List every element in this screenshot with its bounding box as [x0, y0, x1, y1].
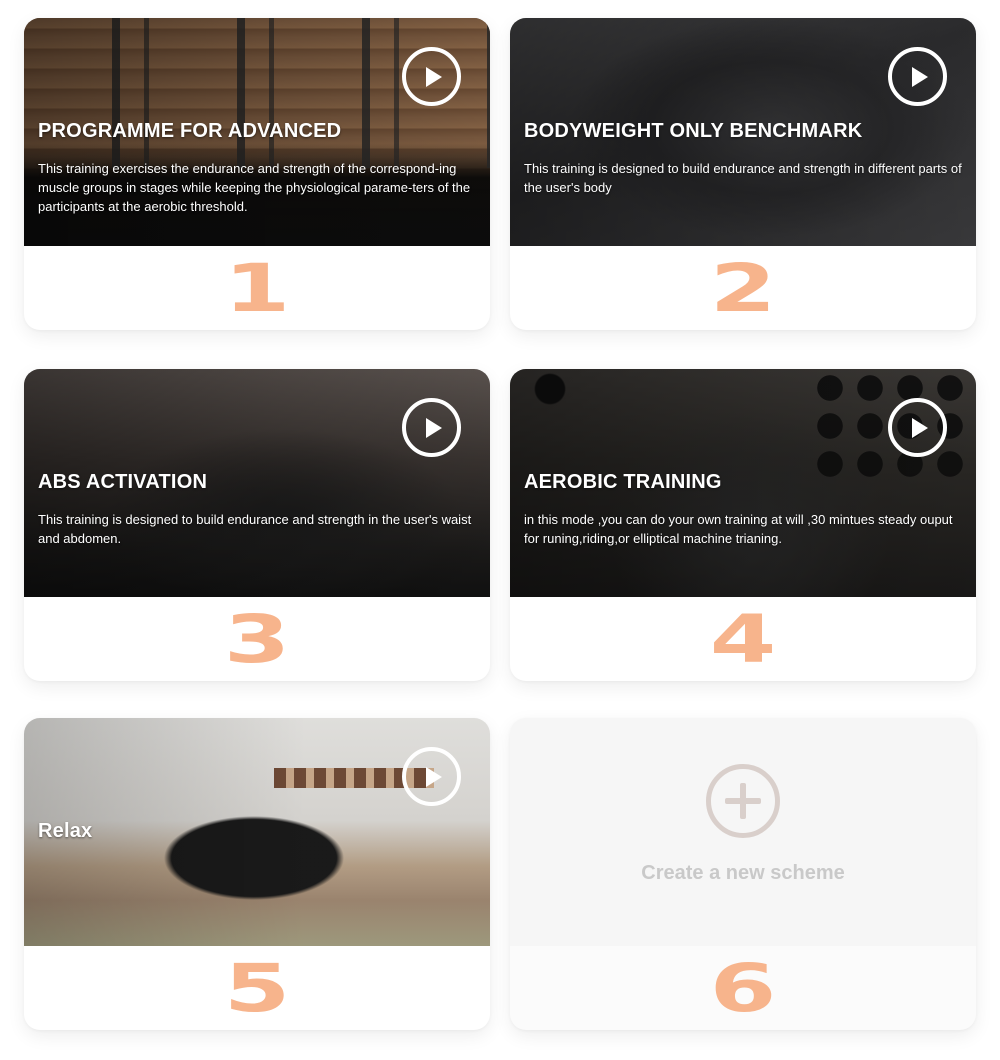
program-card-3[interactable]: ABS ACTIVATION This training is designed…	[24, 369, 490, 681]
play-icon	[911, 417, 928, 438]
card-number: 4	[709, 600, 777, 678]
card-image: BODYWEIGHT ONLY BENCHMARK This training …	[510, 18, 976, 246]
card-title: PROGRAMME FOR ADVANCED	[38, 120, 342, 142]
card-title: BODYWEIGHT ONLY BENCHMARK	[524, 120, 863, 142]
program-card-1[interactable]: PROGRAMME FOR ADVANCED This training exe…	[24, 18, 490, 330]
play-button[interactable]	[888, 398, 947, 457]
card-description: This training is designed to build endur…	[38, 512, 472, 546]
program-card-4[interactable]: AEROBIC TRAINING in this mode ,you can d…	[510, 369, 976, 681]
play-button[interactable]	[402, 47, 461, 106]
play-icon	[425, 766, 442, 787]
play-button[interactable]	[888, 47, 947, 106]
card-title: ABS ACTIVATION	[38, 471, 208, 493]
card-number: 5	[223, 949, 291, 1027]
play-button[interactable]	[402, 398, 461, 457]
card-title: Relax	[38, 820, 93, 842]
card-number: 3	[223, 600, 291, 678]
card-number: 2	[709, 249, 777, 327]
plus-circle-icon[interactable]	[706, 764, 780, 838]
card-description: in this mode ,you can do your own traini…	[524, 512, 953, 546]
card-number: 1	[223, 249, 291, 327]
card-title: AEROBIC TRAINING	[524, 471, 722, 493]
program-card-5[interactable]: Relax 5	[24, 718, 490, 1030]
create-scheme-label: Create a new scheme	[641, 862, 845, 884]
card-description: This training is designed to build endur…	[524, 161, 962, 195]
card-image: ABS ACTIVATION This training is designed…	[24, 369, 490, 597]
program-card-2[interactable]: BODYWEIGHT ONLY BENCHMARK This training …	[510, 18, 976, 330]
plus-icon	[725, 783, 761, 819]
card-description: This training exercises the endurance an…	[38, 161, 471, 214]
play-button[interactable]	[402, 747, 461, 806]
create-scheme-card[interactable]: Create a new scheme 6	[510, 718, 976, 1030]
card-image: AEROBIC TRAINING in this mode ,you can d…	[510, 369, 976, 597]
card-number: 6	[709, 949, 777, 1027]
card-image: PROGRAMME FOR ADVANCED This training exe…	[24, 18, 490, 246]
play-icon	[911, 66, 928, 87]
play-icon	[425, 417, 442, 438]
card-image: Relax	[24, 718, 490, 946]
play-icon	[425, 66, 442, 87]
